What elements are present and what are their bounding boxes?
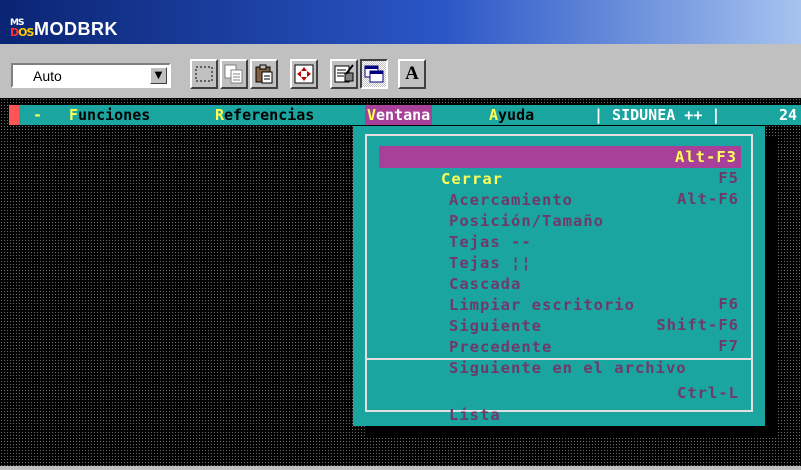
menu-item-siguiente-en-el-archivo[interactable]: Siguiente en el archivo F7 bbox=[387, 335, 743, 377]
menu-item-tejas-vertical[interactable]: Tejas ¦¦ bbox=[387, 230, 743, 272]
properties-icon bbox=[334, 64, 354, 83]
paste-icon bbox=[255, 64, 273, 84]
ventana-dropdown-menu: Cerrar Alt-F3 Acercamiento F5 Posición/T… bbox=[353, 126, 765, 426]
font-size-select[interactable]: Auto ▼ bbox=[11, 63, 171, 88]
fullscreen-button[interactable] bbox=[290, 59, 318, 89]
menu-item-shortcut: Ctrl-L bbox=[677, 384, 739, 402]
menu-item-posicion-tamano[interactable]: Posición/Tamaño Alt-F6 bbox=[387, 188, 743, 230]
font-size-value: Auto bbox=[33, 68, 62, 84]
mark-icon bbox=[195, 66, 213, 82]
paste-button[interactable] bbox=[250, 59, 278, 89]
menu-item-shortcut: Alt-F6 bbox=[677, 190, 739, 208]
fullscreen-icon bbox=[294, 64, 314, 84]
menu-bar: - Funciones Referencias Ventana Ayuda | … bbox=[9, 105, 801, 125]
system-menu-marker[interactable] bbox=[9, 105, 19, 125]
menu-item-siguiente[interactable]: Siguiente F6 bbox=[387, 293, 743, 335]
sidunea-label: | SIDUNEA ++ | bbox=[594, 106, 721, 124]
menu-item-shortcut: F5 bbox=[718, 169, 739, 187]
font-button[interactable]: A bbox=[398, 59, 426, 89]
background-icon bbox=[364, 65, 384, 83]
menu-item-shortcut: Alt-F3 bbox=[675, 148, 737, 166]
menu-item-label: Siguiente en el archivo bbox=[449, 359, 687, 377]
menu-item-cascada[interactable]: Cascada bbox=[387, 251, 743, 293]
menu-referencias[interactable]: Referencias bbox=[215, 105, 314, 125]
menu-funciones[interactable]: Funciones bbox=[69, 105, 150, 125]
title-bar[interactable]: MS DOS MODBRK bbox=[0, 0, 801, 44]
menu-item-precedente[interactable]: Precedente Shift-F6 bbox=[387, 314, 743, 356]
menu-item-tejas-horizontal[interactable]: Tejas -- bbox=[387, 209, 743, 251]
menu-item-limpiar-escritorio[interactable]: Limpiar escritorio bbox=[387, 272, 743, 314]
toolbar: Auto ▼ A bbox=[0, 44, 801, 98]
menu-item-lista[interactable]: Lista Ctrl-L bbox=[387, 382, 743, 424]
menu-shadow bbox=[765, 138, 777, 438]
menu-ventana[interactable]: Ventana bbox=[365, 105, 433, 125]
menu-ayuda[interactable]: Ayuda bbox=[489, 105, 534, 125]
logo-dos-text: DOS bbox=[10, 26, 34, 39]
font-icon: A bbox=[405, 63, 419, 84]
menu-item-cerrar[interactable]: Cerrar Alt-F3 bbox=[379, 146, 741, 188]
msdos-logo-icon[interactable]: MS DOS bbox=[10, 18, 34, 40]
dos-screen[interactable]: - Funciones Referencias Ventana Ayuda | … bbox=[0, 98, 801, 466]
dropdown-arrow-icon[interactable]: ▼ bbox=[150, 67, 167, 84]
menu-item-label: Lista bbox=[449, 406, 501, 424]
copy-icon bbox=[224, 64, 243, 84]
menu-item-shortcut: F6 bbox=[718, 295, 739, 313]
menu-item-acercamiento[interactable]: Acercamiento F5 bbox=[387, 167, 743, 209]
menu-system[interactable]: - bbox=[33, 105, 42, 125]
mark-button[interactable] bbox=[190, 59, 218, 89]
menu-item-shortcut: Shift-F6 bbox=[656, 316, 739, 334]
copy-button[interactable] bbox=[220, 59, 248, 89]
properties-button[interactable] bbox=[330, 59, 358, 89]
background-button[interactable] bbox=[360, 59, 388, 89]
menu-item-shortcut: F7 bbox=[718, 337, 739, 355]
clock-text: 24 bbox=[779, 106, 798, 124]
window-title: MODBRK bbox=[34, 19, 118, 39]
